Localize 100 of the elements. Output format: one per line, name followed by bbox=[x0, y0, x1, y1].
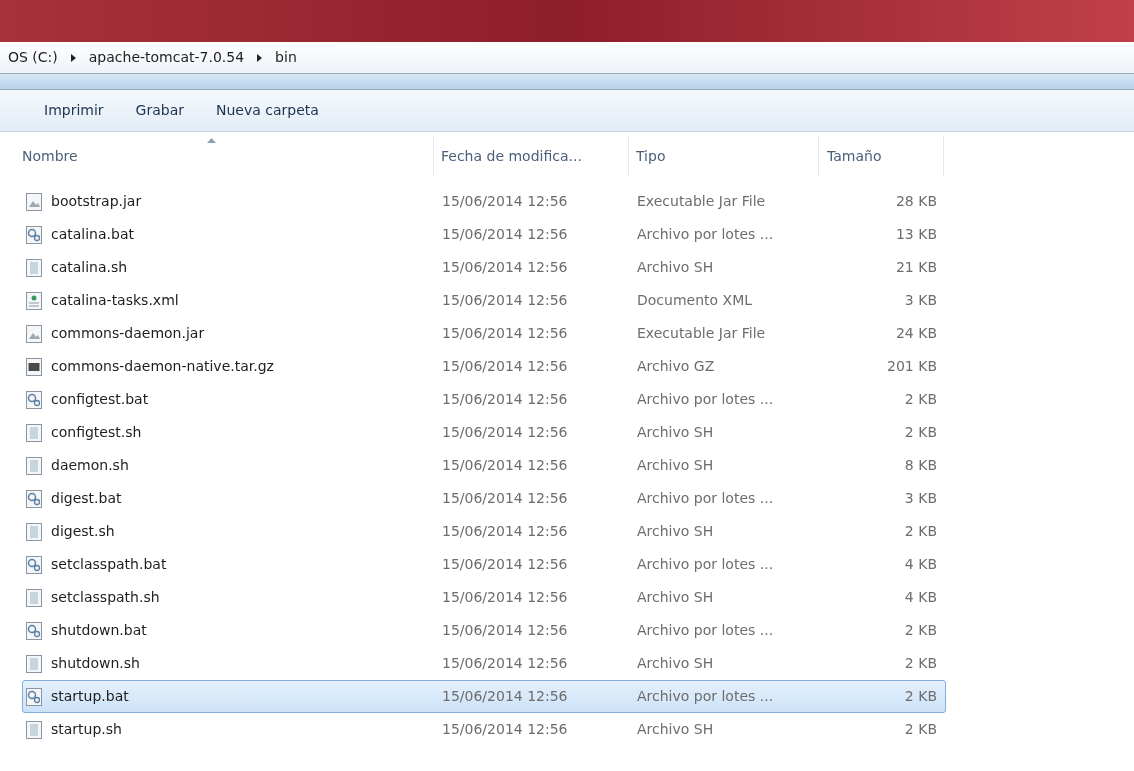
file-row[interactable]: catalina.bat 15/06/2014 12:56 Archivo por lotes ... 13 KB bbox=[22, 218, 946, 251]
document-icon bbox=[25, 422, 43, 443]
type-cell-text: Archivo SH bbox=[636, 456, 715, 475]
gear-file-icon bbox=[25, 224, 43, 245]
date-cell-text: 15/06/2014 12:56 bbox=[441, 720, 569, 739]
date-cell-text: 15/06/2014 12:56 bbox=[441, 192, 569, 211]
file-row[interactable]: setclasspath.bat 15/06/2014 12:56 Archivo por lotes ... 4 KB bbox=[22, 548, 946, 581]
file-name: daemon.sh bbox=[51, 456, 129, 475]
size-cell-text: 2 KB bbox=[903, 390, 938, 409]
file-name: digest.sh bbox=[51, 522, 115, 541]
date-cell-text: 15/06/2014 12:56 bbox=[441, 324, 569, 343]
file-name: catalina.bat bbox=[51, 225, 134, 244]
size-cell-text: 2 KB bbox=[903, 522, 938, 541]
type-cell-text: Archivo por lotes ... bbox=[636, 555, 775, 574]
file-name: commons-daemon.jar bbox=[51, 324, 205, 343]
xml-file-icon bbox=[25, 290, 43, 311]
type-cell-text: Archivo por lotes ... bbox=[636, 489, 775, 508]
file-name: commons-daemon-native.tar.gz bbox=[51, 357, 274, 376]
sort-arrow-icon bbox=[207, 138, 216, 143]
file-name: shutdown.sh bbox=[51, 654, 140, 673]
date-cell-text: 15/06/2014 12:56 bbox=[441, 588, 569, 607]
file-row[interactable]: catalina.sh 15/06/2014 12:56 Archivo SH 21 KB bbox=[22, 251, 946, 284]
breadcrumb-item[interactable]: OS (C:) bbox=[8, 47, 58, 68]
date-cell-text: 15/06/2014 12:56 bbox=[441, 489, 569, 508]
toolbar-button[interactable]: Nueva carpeta bbox=[216, 100, 319, 121]
type-cell-text: Archivo SH bbox=[636, 720, 715, 739]
chevron-icon bbox=[256, 52, 264, 63]
file-row[interactable]: configtest.bat 15/06/2014 12:56 Archivo por lotes ... 2 KB bbox=[22, 383, 946, 416]
document-icon bbox=[25, 257, 43, 278]
type-cell-text: Archivo por lotes ... bbox=[636, 390, 775, 409]
file-name: bootstrap.jar bbox=[51, 192, 142, 211]
gear-file-icon bbox=[25, 686, 43, 707]
file-row[interactable]: shutdown.sh 15/06/2014 12:56 Archivo SH 2 KB bbox=[22, 647, 946, 680]
type-cell-text: Archivo por lotes ... bbox=[636, 687, 775, 706]
date-cell-text: 15/06/2014 12:56 bbox=[441, 687, 569, 706]
file-row[interactable]: startup.bat 15/06/2014 12:56 Archivo por lotes ... 2 KB bbox=[22, 680, 946, 713]
size-cell-text: 3 KB bbox=[903, 489, 938, 508]
image-file-icon bbox=[25, 191, 43, 212]
size-cell-text: 2 KB bbox=[903, 621, 938, 640]
column-header[interactable]: Nombre bbox=[22, 136, 434, 176]
chevron-icon bbox=[69, 52, 77, 63]
size-cell-text: 2 KB bbox=[903, 720, 938, 739]
size-cell-text: 21 KB bbox=[894, 258, 938, 277]
type-cell-text: Archivo SH bbox=[636, 522, 715, 541]
file-name: setclasspath.bat bbox=[51, 555, 167, 574]
file-row[interactable]: catalina-tasks.xml 15/06/2014 12:56 Documento XML 3 KB bbox=[22, 284, 946, 317]
date-cell-text: 15/06/2014 12:56 bbox=[441, 456, 569, 475]
gear-file-icon bbox=[25, 620, 43, 641]
archive-file-icon bbox=[25, 356, 43, 377]
file-name: startup.sh bbox=[51, 720, 122, 739]
file-name: configtest.bat bbox=[51, 390, 149, 409]
file-row[interactable]: setclasspath.sh 15/06/2014 12:56 Archivo SH 4 KB bbox=[22, 581, 946, 614]
date-cell-text: 15/06/2014 12:56 bbox=[441, 621, 569, 640]
type-cell-text: Executable Jar File bbox=[636, 324, 767, 343]
date-cell-text: 15/06/2014 12:56 bbox=[441, 258, 569, 277]
size-cell-text: 4 KB bbox=[903, 555, 938, 574]
gear-file-icon bbox=[25, 554, 43, 575]
gear-file-icon bbox=[25, 389, 43, 410]
type-cell-text: Documento XML bbox=[636, 291, 753, 310]
size-cell-text: 8 KB bbox=[903, 456, 938, 475]
file-name: startup.bat bbox=[51, 687, 129, 706]
type-cell-text: Archivo GZ bbox=[636, 357, 716, 376]
date-cell-text: 15/06/2014 12:56 bbox=[441, 555, 569, 574]
breadcrumb-item[interactable]: bin bbox=[275, 47, 297, 68]
file-name: setclasspath.sh bbox=[51, 588, 160, 607]
file-row[interactable]: configtest.sh 15/06/2014 12:56 Archivo SH 2 KB bbox=[22, 416, 946, 449]
document-icon bbox=[25, 719, 43, 740]
date-cell-text: 15/06/2014 12:56 bbox=[441, 357, 569, 376]
file-name: digest.bat bbox=[51, 489, 122, 508]
file-row[interactable]: commons-daemon.jar 15/06/2014 12:56 Executable Jar File 24 KB bbox=[22, 317, 946, 350]
column-header[interactable]: Tipo bbox=[629, 136, 819, 176]
image-file-icon bbox=[25, 323, 43, 344]
date-cell-text: 15/06/2014 12:56 bbox=[441, 423, 569, 442]
size-cell-text: 24 KB bbox=[894, 324, 938, 343]
date-cell-text: 15/06/2014 12:56 bbox=[441, 225, 569, 244]
breadcrumb-item[interactable]: apache-tomcat-7.0.54 bbox=[88, 47, 245, 68]
column-header[interactable]: Fecha de modifica... bbox=[434, 136, 629, 176]
type-cell-text: Archivo SH bbox=[636, 258, 715, 277]
file-name: configtest.sh bbox=[51, 423, 142, 442]
file-row[interactable]: shutdown.bat 15/06/2014 12:56 Archivo por lotes ... 2 KB bbox=[22, 614, 946, 647]
size-cell-text: 2 KB bbox=[903, 687, 938, 706]
gear-file-icon bbox=[25, 488, 43, 509]
file-name: catalina.sh bbox=[51, 258, 128, 277]
file-row[interactable]: commons-daemon-native.tar.gz 15/06/2014 12:56 Archivo GZ 201 KB bbox=[22, 350, 946, 383]
file-row[interactable]: digest.sh 15/06/2014 12:56 Archivo SH 2 KB bbox=[22, 515, 946, 548]
file-row[interactable]: startup.sh 15/06/2014 12:56 Archivo SH 2 KB bbox=[22, 713, 946, 746]
file-row[interactable]: daemon.sh 15/06/2014 12:56 Archivo SH 8 KB bbox=[22, 449, 946, 482]
file-row[interactable]: bootstrap.jar 15/06/2014 12:56 Executable Jar File 28 KB bbox=[22, 185, 946, 218]
type-cell-text: Archivo SH bbox=[636, 423, 715, 442]
document-icon bbox=[25, 653, 43, 674]
toolbar-button[interactable]: Grabar bbox=[135, 100, 184, 121]
column-header[interactable]: Tamaño bbox=[819, 136, 944, 176]
date-cell-text: 15/06/2014 12:56 bbox=[441, 522, 569, 541]
toolbar-button[interactable]: Imprimir bbox=[44, 100, 104, 121]
file-row[interactable]: digest.bat 15/06/2014 12:56 Archivo por lotes ... 3 KB bbox=[22, 482, 946, 515]
size-cell-text: 4 KB bbox=[903, 588, 938, 607]
date-cell-text: 15/06/2014 12:56 bbox=[441, 390, 569, 409]
file-name: shutdown.bat bbox=[51, 621, 147, 640]
type-cell-text: Executable Jar File bbox=[636, 192, 767, 211]
size-cell-text: 2 KB bbox=[903, 654, 938, 673]
